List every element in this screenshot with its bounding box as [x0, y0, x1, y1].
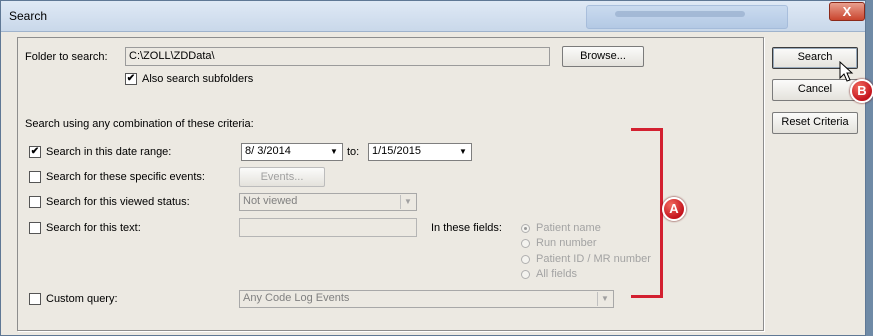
folder-path-field[interactable]: C:\ZOLL\ZDData\: [125, 47, 550, 66]
reset-criteria-button[interactable]: Reset Criteria: [772, 112, 858, 134]
events-checkbox[interactable]: [29, 171, 41, 183]
viewed-status-value: Not viewed: [243, 195, 298, 207]
radio-patient-name-label: Patient name: [536, 222, 601, 234]
annotation-bracket: [631, 128, 663, 298]
custom-query-checkbox[interactable]: [29, 293, 41, 305]
date-from-value: 8/ 3/2014: [245, 145, 291, 157]
chevron-down-icon[interactable]: ▼: [400, 195, 415, 209]
search-dialog: Search X Folder to search: C:\ZOLL\ZDDat…: [0, 0, 873, 336]
subfolders-label: Also search subfolders: [142, 73, 254, 85]
viewed-status-label: Search for this viewed status:: [46, 196, 190, 208]
criteria-heading: Search using any combination of these cr…: [25, 118, 254, 130]
custom-query-value: Any Code Log Events: [243, 292, 350, 304]
viewed-status-select[interactable]: Not viewed ▼: [239, 193, 417, 211]
date-to-value: 1/15/2015: [372, 145, 421, 157]
events-button[interactable]: Events...: [239, 167, 325, 187]
title-bar[interactable]: Search X: [1, 1, 865, 32]
radio-patient-name[interactable]: [521, 224, 530, 233]
annotation-badge-b: B: [850, 79, 873, 103]
annotation-badge-a: A: [662, 197, 686, 221]
events-label: Search for these specific events:: [46, 171, 205, 183]
custom-query-select[interactable]: Any Code Log Events ▼: [239, 290, 614, 308]
chevron-down-icon[interactable]: ▼: [597, 292, 612, 306]
close-button[interactable]: X: [829, 2, 865, 21]
check-icon: ✔: [30, 146, 40, 157]
date-to-label: to:: [347, 146, 360, 158]
date-to-picker[interactable]: 1/15/2015 ▼: [368, 143, 472, 161]
date-range-checkbox[interactable]: ✔: [29, 146, 41, 158]
window-title: Search: [9, 9, 48, 23]
radio-run-number[interactable]: [521, 239, 530, 248]
folder-path-value: C:\ZOLL\ZDData\: [129, 50, 215, 62]
date-from-picker[interactable]: 8/ 3/2014 ▼: [241, 143, 343, 161]
search-text-label: Search for this text:: [46, 222, 141, 234]
mouse-cursor-icon: [839, 61, 854, 82]
date-range-label: Search in this date range:: [46, 146, 172, 158]
chevron-down-icon[interactable]: ▼: [456, 145, 470, 159]
custom-query-label: Custom query:: [46, 293, 118, 305]
browse-button[interactable]: Browse...: [562, 46, 644, 67]
check-icon: ✔: [126, 73, 136, 84]
search-text-input[interactable]: [239, 218, 417, 237]
viewed-status-checkbox[interactable]: [29, 196, 41, 208]
search-text-checkbox[interactable]: [29, 222, 41, 234]
radio-all-fields[interactable]: [521, 270, 530, 279]
background-window-tab: [586, 5, 788, 29]
radio-all-fields-label: All fields: [536, 268, 577, 280]
fields-label: In these fields:: [431, 222, 502, 234]
radio-run-number-label: Run number: [536, 237, 597, 249]
radio-patient-id[interactable]: [521, 255, 530, 264]
subfolders-checkbox[interactable]: ✔: [125, 73, 137, 85]
chevron-down-icon[interactable]: ▼: [327, 145, 341, 159]
folder-label: Folder to search:: [25, 51, 108, 63]
